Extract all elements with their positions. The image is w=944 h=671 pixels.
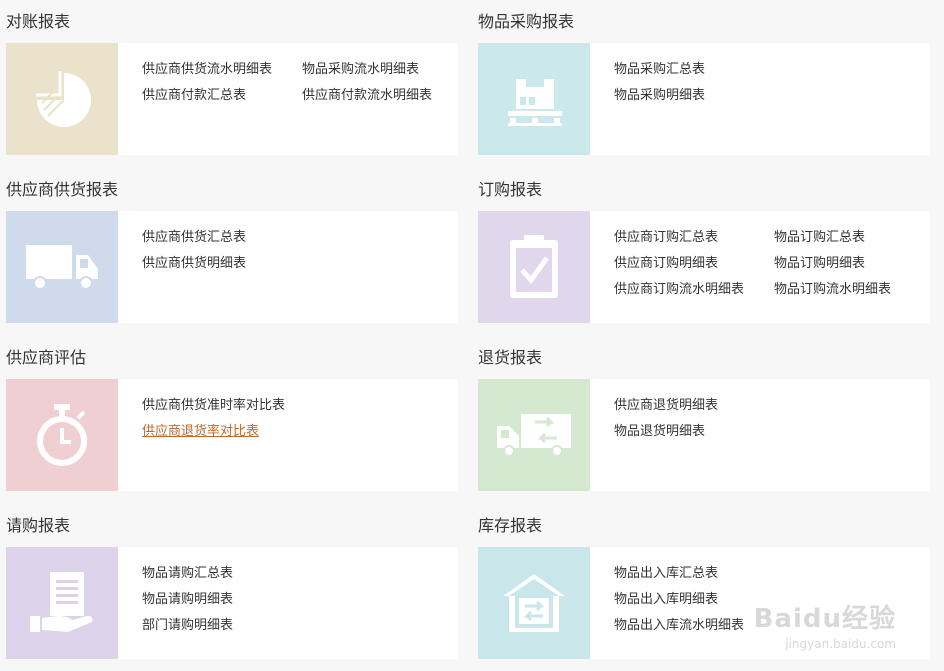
report-link[interactable]: 供应商供货明细表 — [142, 256, 246, 272]
report-link[interactable]: 物品采购明细表 — [614, 88, 705, 104]
report-link[interactable]: 物品出入库汇总表 — [614, 566, 718, 582]
section-reconciliation-reports: 对账报表 供应商供货流水明细表 物品采购流水明细表 供应商付款汇总表 供应商付款… — [6, 10, 458, 160]
warehouse-icon — [478, 547, 590, 659]
report-card: 供应商退货明细表 物品退货明细表 — [478, 379, 930, 491]
report-link[interactable]: 物品出入库流水明细表 — [614, 618, 744, 634]
section-title: 物品采购报表 — [478, 12, 575, 31]
section-title: 供应商评估 — [6, 348, 87, 367]
report-link[interactable]: 物品采购流水明细表 — [302, 62, 419, 78]
report-card: 物品请购汇总表 物品请购明细表 部门请购明细表 — [6, 547, 458, 659]
report-link[interactable]: 供应商订购汇总表 — [614, 230, 718, 246]
report-link[interactable]: 物品订购明细表 — [774, 256, 865, 272]
report-link[interactable]: 供应商供货准时率对比表 — [142, 398, 285, 414]
section-title: 对账报表 — [6, 12, 71, 31]
report-link[interactable]: 供应商付款流水明细表 — [302, 88, 432, 104]
section-item-purchase-reports: 物品采购报表 物品采购汇总表 物品采购明细表 — [478, 10, 930, 160]
report-link[interactable]: 物品采购汇总表 — [614, 62, 705, 78]
report-link[interactable]: 供应商订购明细表 — [614, 256, 718, 272]
section-title: 订购报表 — [478, 180, 543, 199]
report-link[interactable]: 供应商订购流水明细表 — [614, 282, 744, 298]
report-link[interactable]: 供应商付款汇总表 — [142, 88, 246, 104]
hand-document-icon — [6, 547, 118, 659]
report-card: 供应商供货汇总表 供应商供货明细表 — [6, 211, 458, 323]
report-link[interactable]: 物品请购明细表 — [142, 592, 233, 608]
report-link[interactable]: 供应商退货明细表 — [614, 398, 718, 414]
section-title: 请购报表 — [6, 516, 71, 535]
section-supplier-evaluation: 供应商评估 供应商供货准时率对比表 供应商退货率对比表 — [6, 346, 458, 496]
report-card: 供应商供货准时率对比表 供应商退货率对比表 — [6, 379, 458, 491]
stopwatch-icon — [6, 379, 118, 491]
report-link[interactable]: 供应商供货流水明细表 — [142, 62, 272, 78]
report-card: 供应商供货流水明细表 物品采购流水明细表 供应商付款汇总表 供应商付款流水明细表 — [6, 43, 458, 155]
boxes-on-pallet-icon — [478, 43, 590, 155]
section-title: 供应商供货报表 — [6, 180, 119, 199]
report-link[interactable]: 物品订购汇总表 — [774, 230, 865, 246]
report-link[interactable]: 物品退货明细表 — [614, 424, 705, 440]
section-return-reports: 退货报表 供应商退货明细表 物品退货明细表 — [478, 346, 930, 496]
report-link[interactable]: 物品请购汇总表 — [142, 566, 233, 582]
pie-chart-icon — [6, 43, 118, 155]
return-truck-icon — [478, 379, 590, 491]
section-requisition-reports: 请购报表 物品请购汇总表 物品请购明细表 部门请购明细表 — [6, 514, 458, 664]
section-title: 退货报表 — [478, 348, 543, 367]
report-link[interactable]: 供应商供货汇总表 — [142, 230, 246, 246]
truck-icon — [6, 211, 118, 323]
clipboard-check-icon — [478, 211, 590, 323]
report-link[interactable]: 物品订购流水明细表 — [774, 282, 891, 298]
section-supplier-supply-reports: 供应商供货报表 供应商供货汇总表 供应商供货明细表 — [6, 178, 458, 328]
report-link[interactable]: 物品出入库明细表 — [614, 592, 718, 608]
section-order-reports: 订购报表 供应商订购汇总表 物品订购汇总表 供应商订购明细表 物品订购明细表 供… — [478, 178, 930, 328]
report-card: 物品出入库汇总表 物品出入库明细表 物品出入库流水明细表 — [478, 547, 930, 659]
section-title: 库存报表 — [478, 516, 543, 535]
section-inventory-reports: 库存报表 物品出入库汇总表 物品出入库明细表 物品出入库流水明细表 — [478, 514, 930, 664]
report-link-active[interactable]: 供应商退货率对比表 — [142, 424, 259, 440]
report-card: 供应商订购汇总表 物品订购汇总表 供应商订购明细表 物品订购明细表 供应商订购流… — [478, 211, 930, 323]
report-link[interactable]: 部门请购明细表 — [142, 618, 233, 634]
report-card: 物品采购汇总表 物品采购明细表 — [478, 43, 930, 155]
